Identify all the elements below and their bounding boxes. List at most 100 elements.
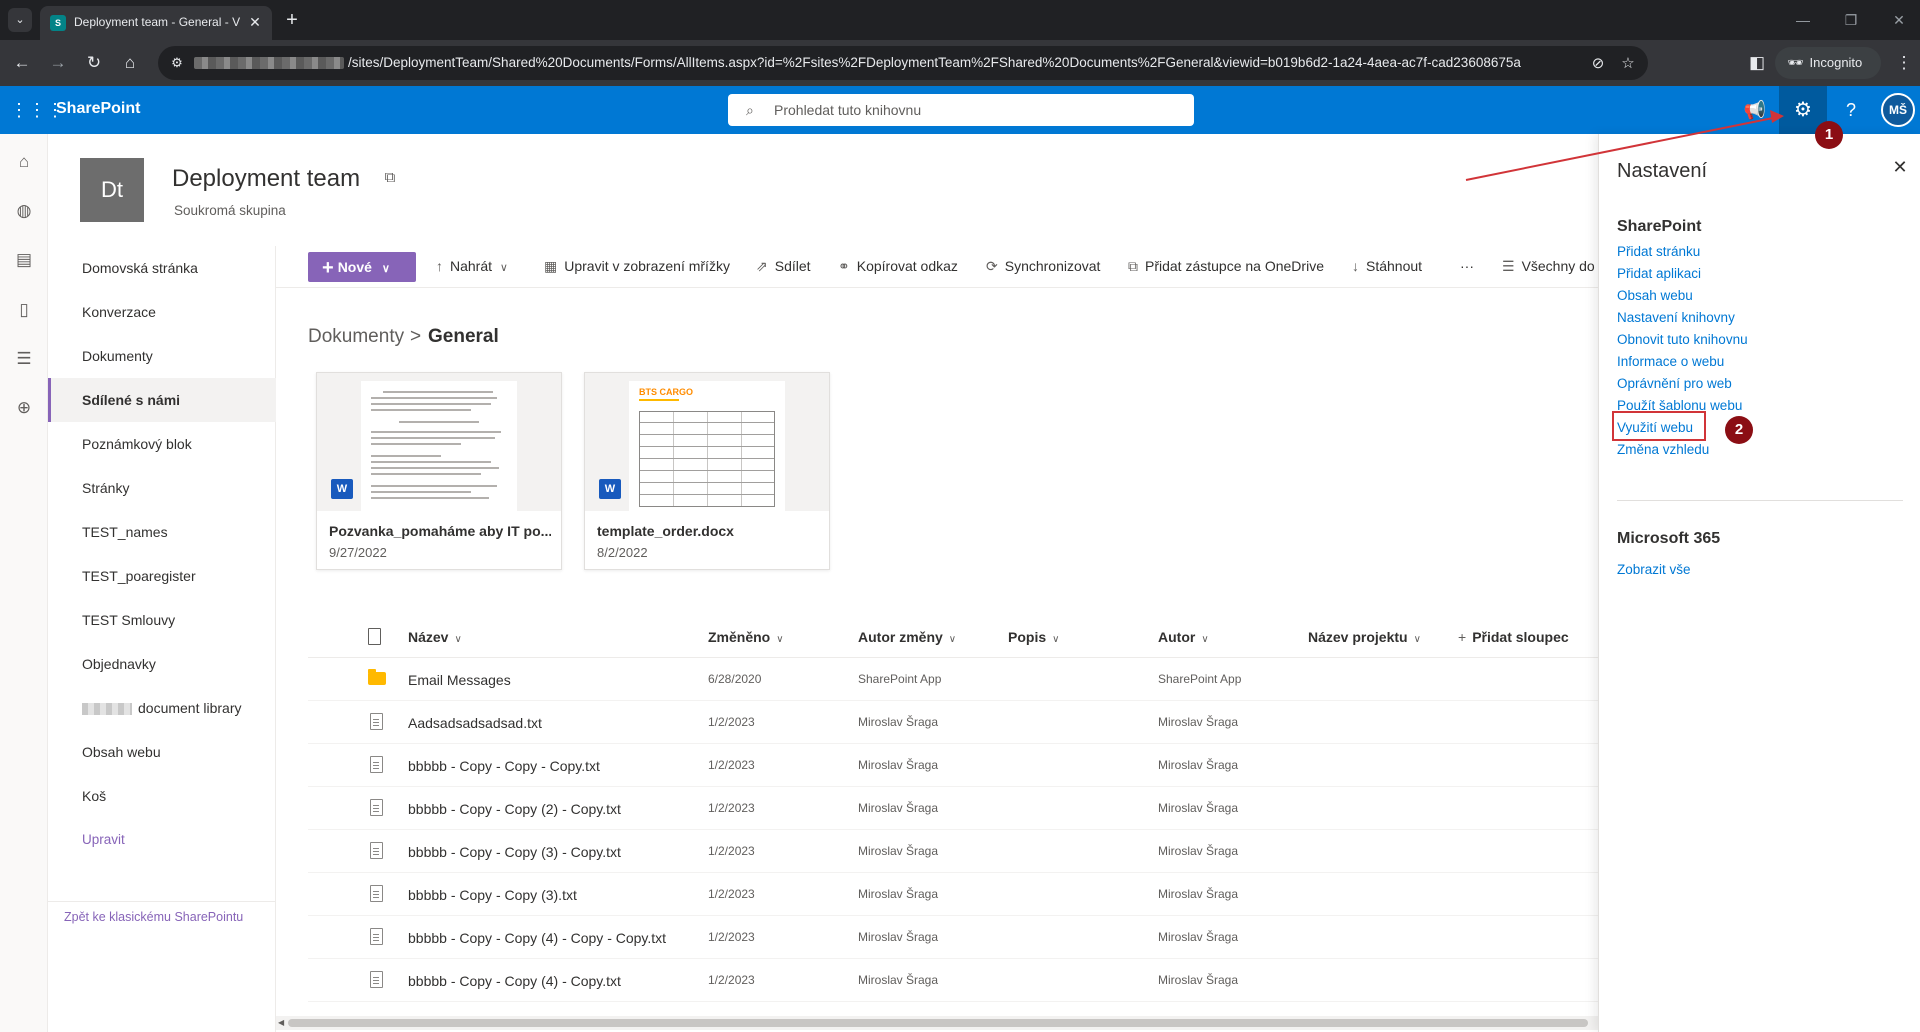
link-site-permissions[interactable]: Oprávnění pro web (1617, 376, 1732, 391)
list-icon[interactable]: ☰ (0, 343, 48, 375)
download-button[interactable]: ↓ Stáhnout (1352, 258, 1422, 274)
back-arrow-icon[interactable]: ← (10, 51, 34, 75)
add-column-button[interactable]: + Přidat sloupec (1458, 629, 1569, 645)
nav-item-test-smlouvy[interactable]: TEST Smlouvy (48, 598, 276, 642)
copy-link-button[interactable]: ⚭ Kopírovat odkaz (838, 258, 958, 275)
bookmark-star-icon[interactable]: ☆ (1618, 54, 1638, 74)
row-name[interactable]: bbbbb - Copy - Copy (4) - Copy.txt (408, 973, 621, 989)
sync-button[interactable]: ⟳ Synchronizovat (986, 258, 1100, 275)
list-row[interactable]: bbbbb - Copy - Copy (3).txt 1/2/2023 Mir… (308, 873, 1598, 916)
nav-item-document-library[interactable]: document library (48, 686, 276, 730)
column-header-description[interactable]: Popis ∨ (1008, 629, 1059, 645)
row-name[interactable]: Email Messages (408, 672, 511, 688)
new-button[interactable]: + Nové ∨ (308, 252, 416, 282)
row-name[interactable]: bbbbb - Copy - Copy (3) - Copy.txt (408, 844, 621, 860)
row-name[interactable]: Aadsadsadsadsad.txt (408, 715, 542, 731)
list-row-folder[interactable]: Email Messages 6/28/2020 SharePoint App … (308, 658, 1598, 701)
settings-panel: Nastavení ✕ SharePoint Přidat stránku Př… (1598, 134, 1920, 1032)
classic-sharepoint-link[interactable]: Zpět ke klasickému SharePointu (64, 910, 243, 924)
upload-button[interactable]: ↑ Nahrát ∨ (436, 258, 508, 274)
scroll-left-arrow-icon[interactable]: ◀ (278, 1016, 284, 1030)
list-row[interactable]: Aadsadsadsadsad.txt 1/2/2023 Miroslav Šr… (308, 701, 1598, 744)
maximize-icon[interactable]: ❐ (1836, 8, 1866, 32)
forward-arrow-icon[interactable]: → (46, 51, 70, 75)
minimize-icon[interactable]: — (1788, 8, 1818, 32)
link-add-app[interactable]: Přidat aplikaci (1617, 266, 1701, 281)
horizontal-scrollbar[interactable]: ◀ (276, 1016, 1598, 1030)
reload-icon[interactable]: ↻ (82, 51, 106, 75)
site-logo[interactable]: Dt (80, 158, 144, 222)
nav-item-notebook[interactable]: Poznámkový blok (48, 422, 276, 466)
column-header-project-name[interactable]: Název projektu ∨ (1308, 629, 1421, 645)
sharepoint-brand-link[interactable]: SharePoint (56, 100, 140, 118)
row-name[interactable]: bbbbb - Copy - Copy (3).txt (408, 887, 577, 903)
card-file-name[interactable]: template_order.docx (597, 523, 819, 539)
more-actions-ellipsis-icon[interactable]: ··· (1460, 258, 1474, 274)
browser-tab[interactable]: S Deployment team - General - V ✕ (40, 6, 272, 40)
nav-item-documents[interactable]: Dokumenty (48, 334, 276, 378)
add-onedrive-shortcut-button[interactable]: ⧉ Přidat zástupce na OneDrive (1128, 258, 1324, 275)
list-row[interactable]: bbbbb - Copy - Copy (4) - Copy - Copy.tx… (308, 916, 1598, 959)
site-info-icon[interactable]: ⚙ (168, 54, 186, 72)
user-avatar[interactable]: MŠ (1881, 93, 1915, 127)
list-row[interactable]: bbbbb - Copy - Copy (3) - Copy.txt 1/2/2… (308, 830, 1598, 873)
row-name[interactable]: bbbbb - Copy - Copy (2) - Copy.txt (408, 801, 621, 817)
megaphone-icon[interactable]: 📢 (1731, 86, 1779, 134)
globe-icon[interactable]: ◍ (0, 195, 48, 227)
share-button[interactable]: ⇗ Sdílet (756, 258, 811, 275)
browser-menu-kebab-icon[interactable]: ⋮ (1892, 51, 1916, 75)
link-restore-library[interactable]: Obnovit tuto knihovnu (1617, 332, 1748, 347)
column-header-name[interactable]: Název ∨ (408, 629, 462, 645)
home-icon[interactable]: ⌂ (0, 146, 48, 178)
nav-item-recycle-bin[interactable]: Koš (48, 774, 276, 818)
column-header-modified-by[interactable]: Autor změny ∨ (858, 629, 956, 645)
nav-edit-link[interactable]: Upravit (48, 818, 276, 862)
side-panel-icon[interactable]: ◧ (1745, 51, 1769, 75)
incognito-badge[interactable]: 🕶 Incognito (1775, 47, 1881, 79)
teams-icon[interactable]: ⧉ (380, 169, 400, 189)
nav-item-conversations[interactable]: Konverzace (48, 290, 276, 334)
link-add-page[interactable]: Přidat stránku (1617, 244, 1700, 259)
eye-off-icon[interactable]: ⊘ (1588, 54, 1608, 74)
breadcrumb-documents[interactable]: Dokumenty (308, 326, 404, 348)
column-header-author[interactable]: Autor ∨ (1158, 629, 1209, 645)
row-name[interactable]: bbbbb - Copy - Copy (4) - Copy - Copy.tx… (408, 930, 666, 946)
column-header-modified[interactable]: Změněno ∨ (708, 629, 784, 645)
list-row[interactable]: bbbbb - Copy - Copy (2) - Copy.txt 1/2/2… (308, 787, 1598, 830)
document-icon[interactable]: ▯ (0, 294, 48, 326)
file-type-icon[interactable] (368, 628, 381, 645)
nav-item-site-contents[interactable]: Obsah webu (48, 730, 276, 774)
document-card[interactable]: BTS CARGO W template_order.docx 8/2/2022 (584, 372, 830, 570)
tab-search-chevron-icon[interactable]: ⌄ (8, 8, 32, 32)
app-launcher-waffle-icon[interactable]: ⋮⋮⋮ (10, 94, 64, 126)
row-name[interactable]: bbbbb - Copy - Copy - Copy.txt (408, 758, 600, 774)
link-site-contents[interactable]: Obsah webu (1617, 288, 1693, 303)
view-selector-button[interactable]: ☰ Všechny do (1502, 258, 1595, 275)
search-input[interactable]: ⌕ Prohledat tuto knihovnu (728, 94, 1194, 126)
new-tab-plus-icon[interactable]: + (280, 8, 304, 32)
window-close-icon[interactable]: ✕ (1884, 8, 1914, 32)
site-title[interactable]: Deployment team (172, 165, 360, 193)
link-view-all[interactable]: Zobrazit vše (1617, 562, 1691, 577)
create-plus-icon[interactable]: ⊕ (0, 392, 48, 424)
home-icon[interactable]: ⌂ (118, 51, 142, 75)
nav-item-shared-with-us[interactable]: Sdílené s námi (48, 378, 276, 422)
list-row[interactable]: bbbbb - Copy - Copy (4) - Copy.txt 1/2/2… (308, 959, 1598, 1002)
nav-item-test-poaregister[interactable]: TEST_poaregister (48, 554, 276, 598)
link-site-information[interactable]: Informace o webu (1617, 354, 1724, 369)
nav-item-objednavky[interactable]: Objednavky (48, 642, 276, 686)
nav-item-home[interactable]: Domovská stránka (48, 246, 276, 290)
link-library-settings[interactable]: Nastavení knihovny (1617, 310, 1735, 325)
news-icon[interactable]: ▤ (0, 244, 48, 276)
scrollbar-thumb[interactable] (288, 1019, 1588, 1027)
list-row[interactable]: bbbbb - Copy - Copy - Copy.txt 1/2/2023 … (308, 744, 1598, 787)
url-omnibox[interactable]: ⚙ /sites/DeploymentTeam/Shared%20Documen… (158, 46, 1648, 80)
nav-item-test-names[interactable]: TEST_names (48, 510, 276, 554)
tab-close-icon[interactable]: ✕ (246, 13, 264, 31)
nav-item-pages[interactable]: Stránky (48, 466, 276, 510)
edit-grid-view-button[interactable]: ▦ Upravit v zobrazení mřížky (544, 258, 730, 275)
link-change-look[interactable]: Změna vzhledu (1617, 442, 1709, 457)
close-icon[interactable]: ✕ (1889, 156, 1911, 178)
document-card[interactable]: W Pozvanka_pomaháme aby IT po... 9/27/20… (316, 372, 562, 570)
card-file-name[interactable]: Pozvanka_pomaháme aby IT po... (329, 523, 551, 539)
